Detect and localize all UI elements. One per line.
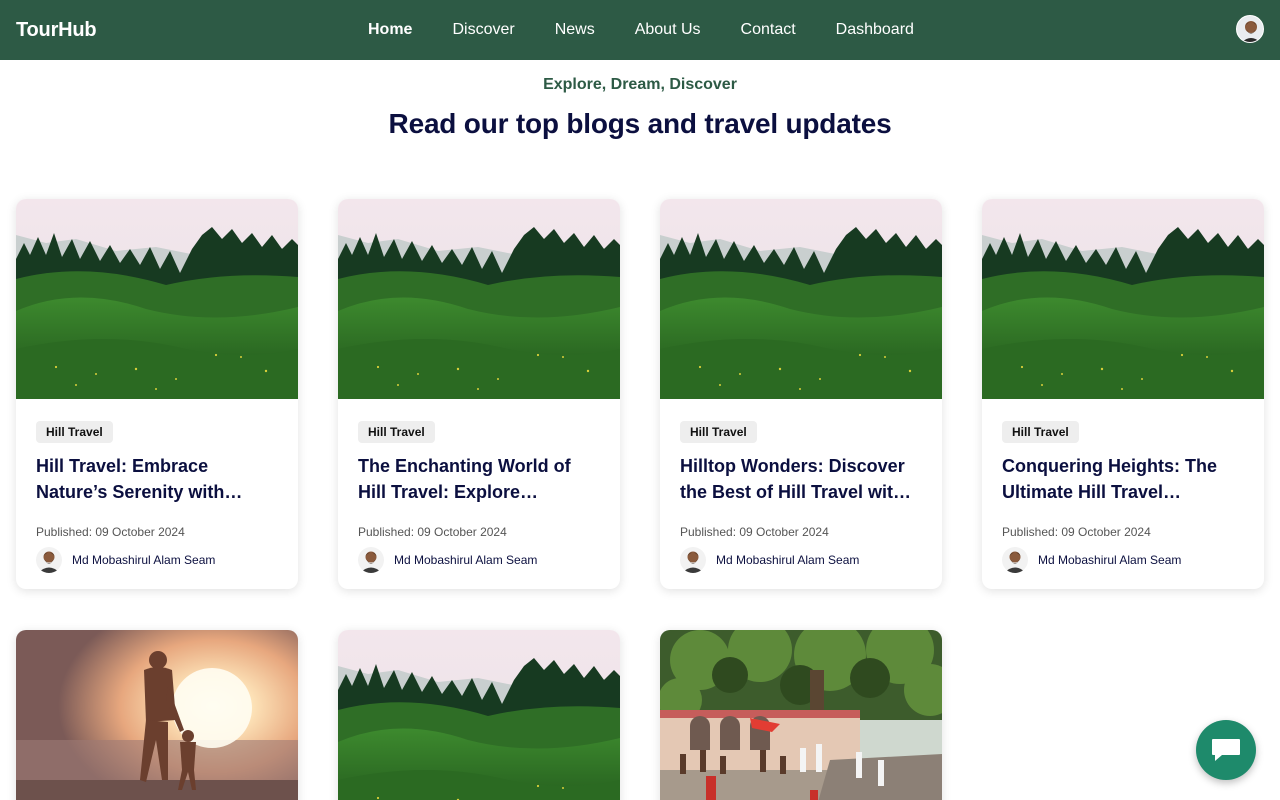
nav-link-about-us[interactable]: About Us: [635, 21, 701, 39]
blog-card[interactable]: Hill Travel Conquering Heights: The Ulti…: [982, 199, 1264, 589]
published-date: Published: 09 October 2024: [1002, 525, 1151, 539]
author-info: Md Mobashirul Alam Seam: [36, 547, 278, 573]
nav-links: Home Discover News About Us Contact Dash…: [368, 0, 954, 60]
blog-card[interactable]: [16, 630, 298, 800]
author-name: Md Mobashirul Alam Seam: [72, 553, 216, 567]
author-avatar: [358, 547, 384, 573]
blog-card-image[interactable]: [338, 630, 620, 800]
category-tag[interactable]: Hill Travel: [680, 421, 757, 443]
nav-link-home[interactable]: Home: [368, 21, 412, 39]
chat-bubble-icon: [1212, 739, 1240, 761]
author-avatar: [680, 547, 706, 573]
nav-link-dashboard[interactable]: Dashboard: [836, 21, 914, 39]
user-avatar[interactable]: [1236, 15, 1264, 43]
blog-card-image[interactable]: [660, 630, 942, 800]
nav-link-contact[interactable]: Contact: [741, 21, 796, 39]
author-name: Md Mobashirul Alam Seam: [394, 553, 538, 567]
blog-card-image[interactable]: [338, 199, 620, 399]
nav-link-discover[interactable]: Discover: [452, 21, 514, 39]
blog-card-title[interactable]: Conquering Heights: The Ultimate Hill Tr…: [1002, 453, 1244, 505]
blog-card-title[interactable]: Hilltop Wonders: Discover the Best of Hi…: [680, 453, 922, 505]
brand-logo[interactable]: TourHub: [16, 19, 97, 42]
published-date: Published: 09 October 2024: [680, 525, 829, 539]
section-eyebrow: Explore, Dream, Discover: [543, 76, 737, 93]
category-tag[interactable]: Hill Travel: [36, 421, 113, 443]
blog-card[interactable]: Hill Travel Hill Travel: Embrace Nature’…: [16, 199, 298, 589]
user-avatar-icon: [1237, 16, 1263, 42]
nav-link-news[interactable]: News: [555, 21, 595, 39]
published-date: Published: 09 October 2024: [358, 525, 507, 539]
author-avatar: [1002, 547, 1028, 573]
blog-card-image[interactable]: [982, 199, 1264, 399]
published-date: Published: 09 October 2024: [36, 525, 185, 539]
blog-card-title[interactable]: Hill Travel: Embrace Nature’s Serenity w…: [36, 453, 278, 505]
author-info: Md Mobashirul Alam Seam: [358, 547, 600, 573]
blog-card[interactable]: Hill Travel Hilltop Wonders: Discover th…: [660, 199, 942, 589]
blog-card-body: Hill Travel Conquering Heights: The Ulti…: [982, 399, 1264, 589]
blog-card[interactable]: [338, 630, 620, 800]
section-headline: Read our top blogs and travel updates: [388, 108, 892, 139]
author-info: Md Mobashirul Alam Seam: [1002, 547, 1244, 573]
category-tag[interactable]: Hill Travel: [1002, 421, 1079, 443]
blog-card[interactable]: Hill Travel The Enchanting World of Hill…: [338, 199, 620, 589]
author-avatar: [36, 547, 62, 573]
blog-card-body: Hill Travel The Enchanting World of Hill…: [338, 399, 620, 589]
blog-card-image[interactable]: [660, 199, 942, 399]
blog-card-body: Hill Travel Hilltop Wonders: Discover th…: [660, 399, 942, 589]
blog-card-title[interactable]: The Enchanting World of Hill Travel: Exp…: [358, 453, 600, 505]
category-tag[interactable]: Hill Travel: [358, 421, 435, 443]
blog-card[interactable]: [660, 630, 942, 800]
chat-button[interactable]: [1196, 720, 1256, 780]
blog-card-image[interactable]: [16, 630, 298, 800]
navbar: TourHub Home Discover News About Us Cont…: [0, 0, 1280, 60]
author-name: Md Mobashirul Alam Seam: [716, 553, 860, 567]
author-info: Md Mobashirul Alam Seam: [680, 547, 922, 573]
blog-card-image[interactable]: [16, 199, 298, 399]
author-name: Md Mobashirul Alam Seam: [1038, 553, 1182, 567]
blog-card-body: Hill Travel Hill Travel: Embrace Nature’…: [16, 399, 298, 589]
